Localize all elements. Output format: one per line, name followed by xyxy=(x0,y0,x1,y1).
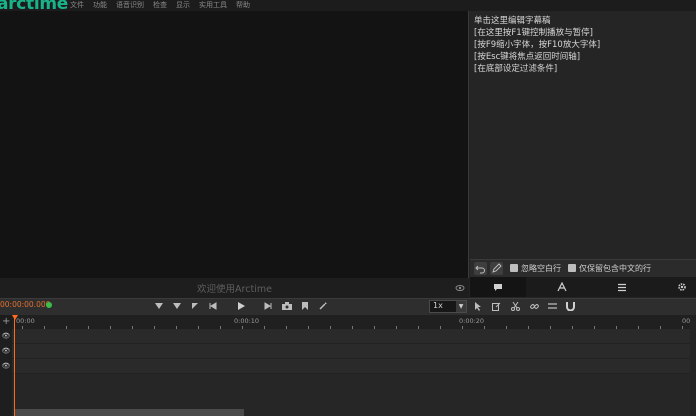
editor-line: [按F9缩小字体，按F10放大字体] xyxy=(474,40,601,50)
chinese-only-checkbox[interactable] xyxy=(568,264,576,272)
chevron-down-icon[interactable]: ▼ xyxy=(456,301,466,312)
timecode: 00:00:00.000 xyxy=(0,300,51,309)
time-ruler[interactable]: 00:00 0:00:10 0:00:20 00:00 xyxy=(12,315,696,330)
ruler-label: 00:00 xyxy=(16,317,35,325)
editor-toolbar: 忽略空白行 仅保留包含中文的行 xyxy=(470,259,696,277)
subtitle-track[interactable] xyxy=(12,329,696,344)
play-icon[interactable] xyxy=(235,300,247,312)
playhead[interactable] xyxy=(14,315,15,416)
editor-line: 单击这里编辑字幕稿 xyxy=(474,16,551,26)
undo-icon[interactable] xyxy=(474,262,487,275)
ruler-label: 0:00:10 xyxy=(234,317,260,325)
menu-help[interactable]: 帮助 xyxy=(236,1,250,10)
transport-bar xyxy=(0,298,696,315)
edit-icon[interactable] xyxy=(490,300,502,312)
editor-line: [在这里按F1键控制播放与暂停] xyxy=(474,28,593,38)
pencil-icon[interactable] xyxy=(490,262,503,275)
menu-tools[interactable]: 实用工具 xyxy=(199,1,227,10)
subtitle-editor[interactable]: 单击这里编辑字幕稿 [在这里按F1键控制播放与暂停] [按F9缩小字体，按F10… xyxy=(470,11,696,259)
menu-file[interactable]: 文件 xyxy=(70,1,84,10)
eye-icon[interactable]: 👁 xyxy=(1,361,11,371)
ignore-empty-label: 忽略空白行 xyxy=(521,264,561,273)
chinese-only-label: 仅保留包含中文的行 xyxy=(579,264,651,273)
subtitle-track[interactable] xyxy=(12,359,696,374)
eye-icon[interactable]: 👁 xyxy=(1,331,11,341)
vertical-scrollbar[interactable] xyxy=(690,315,696,416)
next-icon[interactable] xyxy=(262,300,274,312)
editor-line: [在底部设定过滤条件] xyxy=(474,64,558,74)
eye-icon[interactable] xyxy=(455,283,465,293)
status-dot xyxy=(46,302,52,308)
magnet-icon[interactable] xyxy=(564,300,576,312)
mark-in-icon[interactable] xyxy=(153,300,165,312)
plus-icon[interactable]: + xyxy=(2,316,10,327)
mark-out-icon[interactable] xyxy=(189,300,201,312)
menu-check[interactable]: 检查 xyxy=(153,1,167,10)
menu-function[interactable]: 功能 xyxy=(93,1,107,10)
scissors-icon[interactable] xyxy=(509,300,521,312)
video-preview[interactable] xyxy=(0,11,469,278)
speed-select[interactable]: 1x ▼ xyxy=(429,300,467,313)
speed-value: 1x xyxy=(433,301,443,310)
menu-speech-recognition[interactable]: 语音识别 xyxy=(116,1,144,10)
text-A-icon[interactable] xyxy=(534,277,590,297)
menu-display[interactable]: 显示 xyxy=(176,1,190,10)
list-icon[interactable] xyxy=(594,277,650,297)
gear-icon[interactable] xyxy=(654,277,696,297)
main-menu: 文件 功能 语音识别 检查 显示 实用工具 帮助 xyxy=(70,0,250,11)
merge-icon[interactable] xyxy=(546,300,558,312)
ignore-empty-checkbox[interactable] xyxy=(510,264,518,272)
editor-line: [按Esc键将焦点返回时间轴] xyxy=(474,52,581,62)
horizontal-scrollbar[interactable] xyxy=(14,409,244,416)
eye-icon[interactable]: 👁 xyxy=(1,346,11,356)
pointer-icon[interactable] xyxy=(472,300,484,312)
chat-icon[interactable] xyxy=(470,277,526,297)
magic-wand-icon[interactable] xyxy=(317,300,329,312)
welcome-text: 欢迎使用Arctime xyxy=(197,284,272,295)
mark-down-icon[interactable] xyxy=(171,300,183,312)
subtitle-track[interactable] xyxy=(12,344,696,359)
camera-icon[interactable] xyxy=(281,300,293,312)
add-track-area: + xyxy=(0,315,12,329)
link-icon[interactable] xyxy=(528,300,540,312)
panel-tabs xyxy=(470,277,696,297)
ruler-label: 0:00:20 xyxy=(459,317,485,325)
prev-icon[interactable] xyxy=(207,300,219,312)
playhead-handle[interactable] xyxy=(12,315,18,320)
bookmark-icon[interactable] xyxy=(299,300,311,312)
